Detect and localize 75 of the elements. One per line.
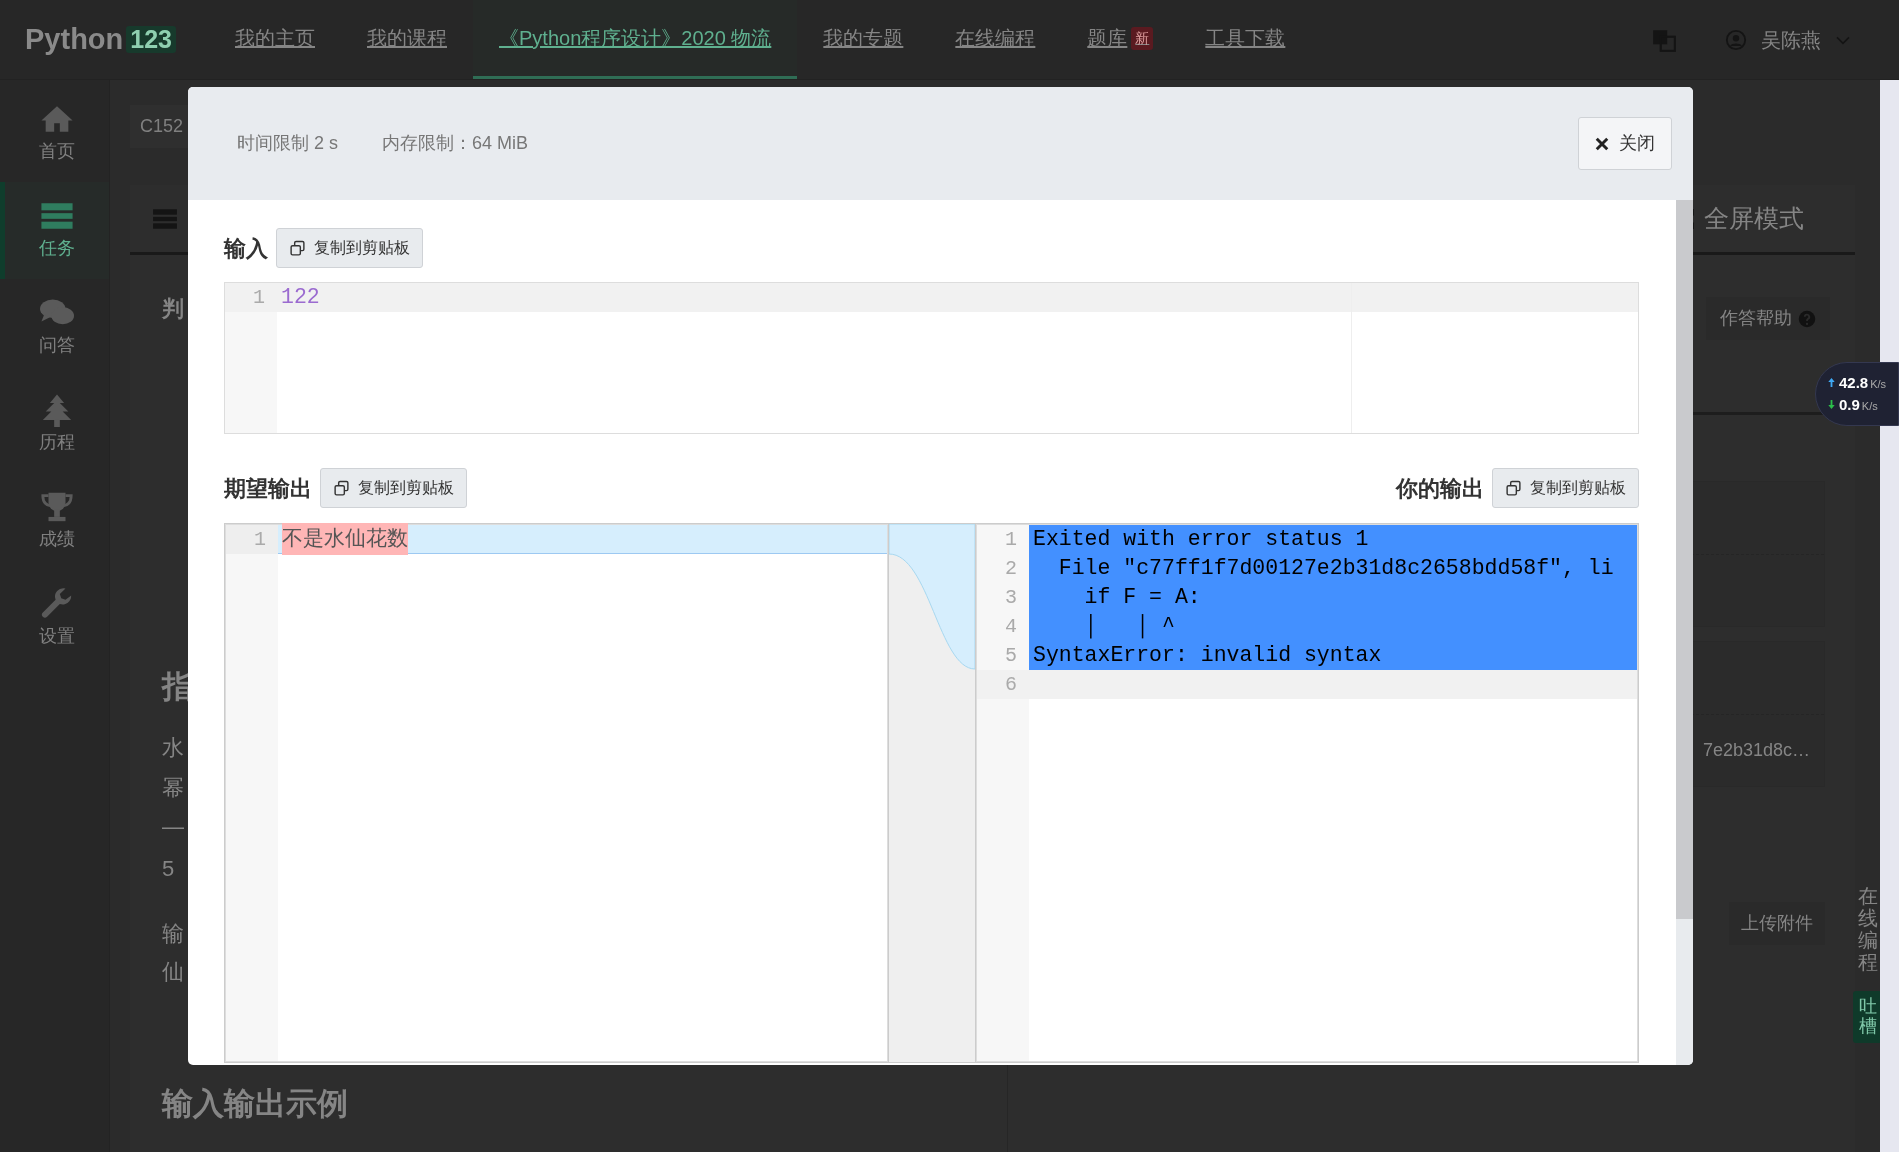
sidebar-label: 问答	[39, 334, 75, 357]
sidebar-label: 任务	[39, 237, 75, 260]
copy-button[interactable]: 复制到剪贴板	[1492, 468, 1639, 508]
logo-text: Python	[25, 21, 124, 57]
input-editor[interactable]: 1 122	[224, 282, 1639, 434]
copy-button[interactable]: 复制到剪贴板	[320, 468, 467, 508]
sidebar-item[interactable]: 首页	[0, 85, 109, 182]
code-text: 122	[281, 284, 320, 312]
question-icon	[1798, 309, 1816, 328]
sidebar-item[interactable]: 成绩	[0, 473, 109, 570]
code-text: File "c77ff1f7d00127e2b31d8c2658bdd58f", li	[1057, 555, 1614, 583]
copy-button[interactable]: 复制到剪贴板	[276, 228, 423, 268]
paragraph-text: 仙	[162, 957, 184, 986]
nav-tab[interactable]: 工具下载	[1179, 0, 1312, 79]
sidebar-item[interactable]: 任务	[0, 182, 109, 279]
paragraph-text: —	[162, 813, 184, 841]
line-number: 1	[252, 284, 266, 311]
trophy-icon	[40, 490, 74, 524]
paragraph-text: 水	[162, 734, 184, 762]
code-text: 不是水仙花数	[282, 523, 408, 555]
close-button[interactable]: 关闭	[1578, 117, 1672, 170]
copy-icon	[1505, 479, 1522, 497]
expected-output-editor[interactable]: 1 不是水仙花数	[225, 524, 888, 1062]
line-number: 5	[1004, 642, 1018, 669]
down-arrow-icon	[1826, 399, 1837, 410]
line-number: 4	[1004, 613, 1018, 640]
sidebar-label: 设置	[39, 625, 75, 648]
line-number: 6	[1004, 671, 1018, 698]
paragraph-text: 幂	[162, 773, 184, 802]
section-label: 你的输出	[1396, 474, 1484, 503]
nav-tab[interactable]: 我的课程	[341, 0, 473, 79]
line-number: 2	[1004, 555, 1018, 582]
paragraph-text: 输	[162, 920, 184, 948]
copy-icon	[289, 239, 306, 257]
code-text: SyntaxError: invalid syntax	[1033, 642, 1382, 670]
code-text: Exited with error status 1	[1033, 526, 1369, 554]
sidebar-item[interactable]: 历程	[0, 376, 109, 473]
nav-tab[interactable]: 我的主页	[209, 0, 341, 79]
sidebar-label: 成绩	[39, 528, 75, 551]
nav-tab[interactable]: 题库 新	[1061, 0, 1180, 79]
up-arrow-icon	[1826, 376, 1837, 388]
speed-value: 42.8	[1839, 372, 1869, 393]
close-icon	[1595, 136, 1609, 151]
paragraph-text: 5	[162, 854, 175, 883]
copy-icon	[333, 479, 350, 497]
speed-unit: K/s	[1870, 376, 1887, 392]
sidebar-label: 历程	[39, 431, 75, 454]
sidebar-item[interactable]: 问答	[0, 279, 109, 376]
section-label: 输入	[224, 234, 268, 263]
heading-text: 输入输出示例	[162, 1085, 348, 1124]
heading-text: 判	[162, 295, 184, 323]
memory-limit: 内存限制：64 MiB	[382, 132, 529, 155]
feedback-button[interactable]: 吐槽	[1853, 991, 1882, 1043]
code-text: │ │ ^	[1083, 613, 1175, 641]
nav-tab[interactable]: 我的专题	[797, 0, 930, 79]
speed-value: 0.9	[1839, 395, 1860, 415]
time-limit: 时间限制 2 s	[237, 132, 338, 155]
line-number: 1	[1004, 526, 1018, 553]
side-tab[interactable]: 在线编程	[1857, 885, 1878, 973]
speed-unit: K/s	[1861, 399, 1878, 414]
wrench-icon	[40, 587, 74, 621]
tree-icon	[40, 393, 74, 427]
sidebar-label: 首页	[39, 140, 75, 163]
code-text: if F = A:	[1083, 584, 1201, 612]
logo-badge: 123	[126, 25, 176, 54]
new-badge: 新	[1131, 26, 1154, 50]
line-number: 3	[1004, 584, 1018, 611]
file-name: 7e2b31d8c…	[1702, 738, 1810, 762]
actual-output-editor[interactable]: 1 Exited with error status 1 2 File "c77ff1f7d00127e2b31d8c2658bdd58f", li 3 if F = A: 4 │ │ ^ 5 SyntaxError: invalid syntax 6	[976, 524, 1638, 1062]
section-label: 期望输出	[224, 474, 312, 503]
sidebar-item[interactable]: 设置	[0, 570, 109, 667]
scrollbar[interactable]	[1676, 200, 1693, 1065]
line-number: 1	[226, 525, 278, 554]
nav-tab[interactable]: 在线编程	[929, 0, 1062, 79]
user-name[interactable]: 吴陈燕	[1761, 24, 1821, 55]
